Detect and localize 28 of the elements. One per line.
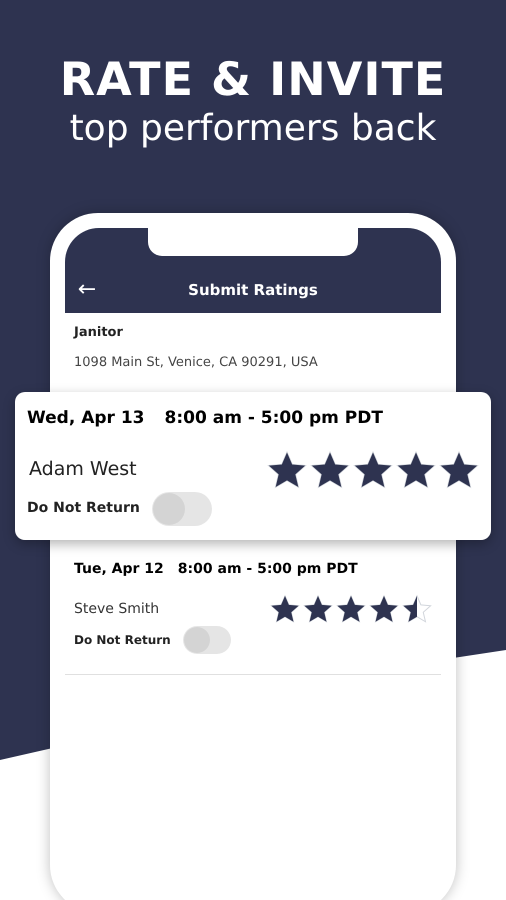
star-icon[interactable]	[439, 450, 479, 490]
do-not-return-label: Do Not Return	[27, 499, 140, 518]
star-icon[interactable]	[402, 594, 432, 624]
toggle-switch[interactable]	[182, 626, 231, 654]
star-icon[interactable]	[396, 450, 436, 490]
star-icon[interactable]	[310, 450, 350, 490]
job-address: 1098 Main St, Venice, CA 90291, USA	[74, 354, 319, 372]
star-rating[interactable]	[270, 594, 432, 624]
headline-subtitle: top performers back	[70, 107, 436, 151]
headline-title: RATE & INVITE	[60, 56, 446, 102]
do-not-return-label: Do Not Return	[74, 632, 171, 649]
shift-date: Wed, Apr 13	[27, 407, 145, 430]
shift-date: Tue, Apr 12	[74, 560, 164, 579]
star-icon[interactable]	[353, 450, 393, 490]
toggle-switch[interactable]	[152, 492, 212, 526]
star-icon[interactable]	[369, 594, 399, 624]
star-rating[interactable]	[267, 450, 479, 490]
job-title: Janitor	[74, 324, 124, 342]
screen-title: Submit Ratings	[187, 280, 319, 300]
worker-name: Steve Smith	[74, 600, 160, 618]
shift-time: 8:00 am - 5:00 pm PDT	[164, 407, 383, 430]
star-icon[interactable]	[303, 594, 333, 624]
star-icon[interactable]	[336, 594, 366, 624]
star-icon[interactable]	[270, 594, 300, 624]
worker-name: Adam West	[29, 457, 137, 482]
star-icon[interactable]	[267, 450, 307, 490]
shift-time: 8:00 am - 5:00 pm PDT	[178, 560, 358, 579]
back-button[interactable]: ←	[75, 279, 99, 301]
